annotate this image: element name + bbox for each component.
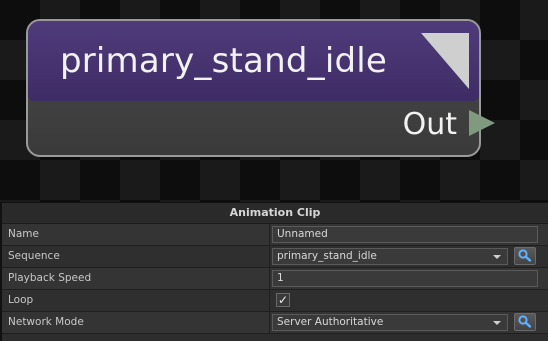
collapse-triangle-icon[interactable]: [421, 33, 469, 89]
property-row-sequence: Sequence primary_stand_idle: [2, 246, 548, 268]
property-label: Name: [8, 228, 39, 240]
properties-panel: Animation Clip Name Unnamed Sequence pri…: [2, 202, 548, 341]
animation-clip-node[interactable]: primary_stand_idle Out: [26, 19, 495, 157]
property-row-name: Name Unnamed: [2, 224, 548, 246]
output-label: Out: [402, 107, 457, 142]
panel-title: Animation Clip: [2, 203, 548, 224]
name-field[interactable]: Unnamed: [272, 226, 538, 243]
magnifier-icon: [518, 315, 532, 328]
property-label: Sequence: [8, 250, 60, 262]
chevron-down-icon[interactable]: [493, 321, 501, 325]
property-label: Playback Speed: [8, 272, 92, 284]
chevron-down-icon[interactable]: [493, 255, 501, 259]
node-header[interactable]: primary_stand_idle: [28, 21, 479, 101]
sequence-select[interactable]: primary_stand_idle: [272, 248, 508, 265]
row-divider: [269, 224, 270, 245]
output-port-icon[interactable]: [469, 110, 495, 136]
sequence-find-button[interactable]: [514, 247, 536, 265]
playback-speed-field[interactable]: 1: [272, 270, 538, 287]
magnifier-icon: [518, 249, 532, 262]
node-title: primary_stand_idle: [59, 41, 388, 81]
property-row-playback-speed: Playback Speed 1: [2, 268, 548, 290]
property-label: Network Mode: [8, 316, 84, 328]
row-divider: [269, 268, 270, 289]
graph-canvas[interactable]: primary_stand_idle Out: [0, 0, 548, 202]
property-row-network-mode: Network Mode Server Authoritative: [2, 312, 548, 334]
network-mode-value: Server Authoritative: [277, 316, 384, 328]
network-mode-select[interactable]: Server Authoritative: [272, 314, 508, 331]
network-mode-find-button[interactable]: [514, 313, 536, 331]
property-label: Loop: [8, 294, 34, 306]
sequence-value: primary_stand_idle: [277, 250, 377, 262]
row-divider: [269, 246, 270, 267]
loop-checkbox[interactable]: ✓: [276, 293, 290, 307]
property-row-loop: Loop ✓: [2, 290, 548, 312]
row-divider: [269, 290, 270, 311]
row-divider: [269, 312, 270, 333]
